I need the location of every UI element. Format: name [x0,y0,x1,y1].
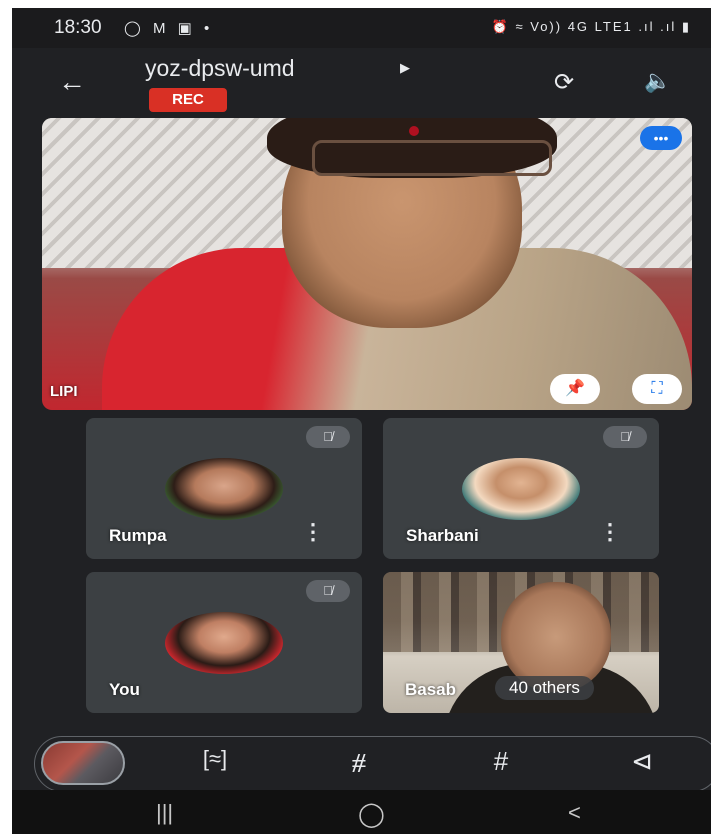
participant-tile[interactable]: 🎙̸ Rumpa ⋮ [86,418,362,559]
gallery-icon: ▣ [177,20,196,37]
speaker-glasses [312,140,552,176]
whatsapp-icon: ◯ [124,20,145,37]
participant-tile[interactable]: Basab 40 others [383,572,659,713]
more-options-icon[interactable]: ⋮ [599,519,621,545]
notification-icons: ◯ M ▣ • [124,19,213,37]
fullscreen-icon[interactable]: ⛶ [632,374,682,404]
self-view-thumbnail[interactable] [41,741,125,785]
speaking-indicator-icon: ••• [640,126,682,150]
others-count[interactable]: 40 others [495,676,594,700]
nav-back-icon[interactable]: < [568,800,581,826]
participant-name: Basab [405,680,457,699]
battery-icon: ▮ [681,19,691,34]
effects-icon[interactable]: ⧣ [337,746,381,778]
pin-icon[interactable]: 📌 [550,374,600,404]
android-nav-bar: ||| ◯ < [12,790,711,834]
share-icon[interactable]: ⊲ [620,746,664,777]
avatar [165,458,283,520]
recording-badge: REC [149,88,227,112]
gmail-icon: M [152,20,170,37]
status-bar: 18:30 ◯ M ▣ • ⏰ ≈ Vo)) 4G LTE1 .ıl .ıl ▮ [12,8,711,48]
mic-off-icon: 🎙̸ [603,426,647,448]
meeting-info-arrow-icon[interactable]: ▶ [400,60,410,76]
home-icon[interactable]: ◯ [358,800,385,829]
participant-name: Sharbani [406,526,479,545]
main-speaker-tile[interactable]: ••• LIPI 📌 ⛶ [42,118,692,410]
avatar [462,458,580,520]
system-icons: ⏰ ≈ Vo)) 4G LTE1 .ıl .ıl ▮ [492,19,691,35]
meeting-code[interactable]: yoz-dpsw-umd [145,55,295,82]
mic-off-icon: 🎙̸ [306,580,350,602]
participant-name: Rumpa [109,526,167,545]
back-arrow-icon[interactable]: ← [58,66,86,98]
signal-text: Vo)) 4G LTE1 .ıl .ıl [530,19,677,34]
participant-tile[interactable]: 🎙̸ You [86,572,362,713]
call-controls-bar: [≈] ⧣ # ⊲ [34,736,711,792]
status-time: 18:30 [54,17,102,38]
more-options-icon[interactable]: ⋮ [302,519,324,545]
phone-screen: 18:30 ◯ M ▣ • ⏰ ≈ Vo)) 4G LTE1 .ıl .ıl ▮… [12,8,711,834]
select-icon[interactable]: [≈] [193,746,237,772]
participant-tile[interactable]: 🎙̸ Sharbani ⋮ [383,418,659,559]
recent-apps-icon[interactable]: ||| [156,800,173,826]
hashtag-icon[interactable]: # [479,746,523,777]
participant-name: You [109,680,140,699]
wifi-icon: ≈ [515,19,525,34]
main-tile-name: LIPI [50,383,78,400]
dot-icon: • [204,20,214,37]
speaker-icon[interactable]: 🔈 [644,68,671,94]
avatar [165,612,283,674]
mic-off-icon: 🎙̸ [306,426,350,448]
alarm-icon: ⏰ [491,19,510,34]
speaker-bindi [409,126,419,136]
switch-camera-icon[interactable]: ⟳ [554,68,574,97]
